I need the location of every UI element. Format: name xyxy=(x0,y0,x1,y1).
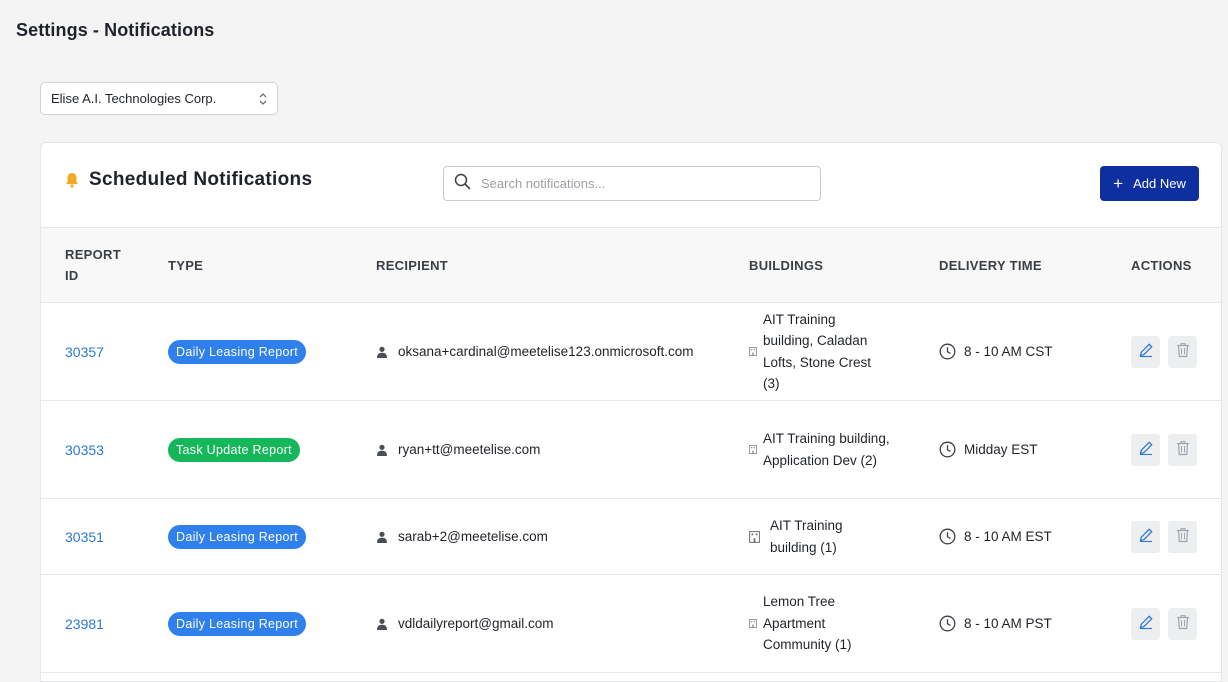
report-id-link[interactable]: 30351 xyxy=(65,529,104,545)
person-icon xyxy=(376,346,388,358)
table-row: 30353 Task Update Report ryan+tt@meeteli… xyxy=(41,401,1221,499)
type-badge: Daily Leasing Report xyxy=(168,339,307,364)
panel-header: Scheduled Notifications + Add New xyxy=(41,143,1221,227)
header-report-id-line1: REPORT xyxy=(65,247,121,262)
building-icon xyxy=(749,619,757,628)
header-actions: ACTIONS xyxy=(1131,257,1192,273)
table-row: 30357 Daily Leasing Report oksana+cardin… xyxy=(41,303,1221,401)
notifications-panel: Scheduled Notifications + Add New REPORT… xyxy=(40,142,1222,682)
trash-icon xyxy=(1176,614,1190,633)
company-select-value: Elise A.I. Technologies Corp. xyxy=(51,91,217,106)
header-report-id-line2: ID xyxy=(65,268,79,283)
edit-button[interactable] xyxy=(1131,433,1160,466)
buildings-text: AIT Training building, Application Dev (… xyxy=(763,431,890,468)
search-input[interactable] xyxy=(479,175,783,192)
table-row: 23981 Daily Leasing Report vdldailyrepor… xyxy=(41,575,1221,673)
edit-button[interactable] xyxy=(1131,520,1160,553)
pencil-icon xyxy=(1138,527,1154,546)
bell-icon xyxy=(65,172,79,188)
trash-icon xyxy=(1176,342,1190,361)
building-icon xyxy=(749,445,757,454)
person-icon xyxy=(376,618,388,630)
search-box[interactable] xyxy=(443,166,821,201)
recipient-email: oksana+cardinal@meetelise123.onmicrosoft… xyxy=(398,344,694,359)
building-icon xyxy=(749,530,760,543)
header-delivery-time: DELIVERY TIME xyxy=(939,257,1042,273)
report-id-link[interactable]: 30357 xyxy=(65,344,104,360)
buildings-text: AIT Training building, Caladan Lofts, St… xyxy=(763,311,872,392)
person-icon xyxy=(376,444,388,456)
pencil-icon xyxy=(1138,614,1154,633)
panel-title: Scheduled Notifications xyxy=(65,169,312,191)
header-type: TYPE xyxy=(168,257,204,273)
buildings-text: AIT Training building (1) xyxy=(770,518,843,555)
delivery-time: 8 - 10 AM EST xyxy=(964,529,1052,544)
delete-button[interactable] xyxy=(1168,433,1197,466)
header-buildings: BUILDINGS xyxy=(749,257,824,273)
panel-title-text: Scheduled Notifications xyxy=(89,169,313,190)
header-report-id: REPORT ID xyxy=(41,228,168,303)
report-id-link[interactable]: 23981 xyxy=(65,616,104,632)
page-title: Settings - Notifications xyxy=(16,20,215,40)
buildings-text: Lemon Tree Apartment Community (1) xyxy=(763,594,852,653)
table-row: 30351 Daily Leasing Report sarab+2@meete… xyxy=(41,499,1221,575)
table-header-row: REPORT ID TYPE RECIPIENT BUILDINGS DELIVE… xyxy=(41,227,1221,303)
header-recipient: RECIPIENT xyxy=(376,257,449,273)
type-badge: Task Update Report xyxy=(168,437,300,462)
clock-icon xyxy=(939,615,956,632)
clock-icon xyxy=(939,441,956,458)
chevron-up-down-icon xyxy=(258,92,268,109)
trash-icon xyxy=(1176,440,1190,459)
add-new-button[interactable]: + Add New xyxy=(1100,166,1199,201)
type-badge: Daily Leasing Report xyxy=(168,524,307,549)
clock-icon xyxy=(939,528,956,545)
trash-icon xyxy=(1176,527,1190,546)
pencil-icon xyxy=(1138,342,1154,361)
recipient-email: vdldailyreport@gmail.com xyxy=(398,616,554,631)
company-select[interactable]: Elise A.I. Technologies Corp. xyxy=(40,82,278,115)
delivery-time: Midday EST xyxy=(964,442,1038,457)
recipient-email: ryan+tt@meetelise.com xyxy=(398,442,541,457)
clock-icon xyxy=(939,343,956,360)
pencil-icon xyxy=(1138,440,1154,459)
search-icon xyxy=(454,173,471,195)
delivery-time: 8 - 10 AM PST xyxy=(964,616,1052,631)
add-new-label: Add New xyxy=(1133,176,1186,191)
plus-icon: + xyxy=(1113,174,1124,193)
delete-button[interactable] xyxy=(1168,607,1197,640)
edit-button[interactable] xyxy=(1131,607,1160,640)
delivery-time: 8 - 10 AM CST xyxy=(964,344,1053,359)
delete-button[interactable] xyxy=(1168,335,1197,368)
edit-button[interactable] xyxy=(1131,335,1160,368)
person-icon xyxy=(376,531,388,543)
building-icon xyxy=(749,347,757,356)
type-badge: Daily Leasing Report xyxy=(168,611,307,636)
recipient-email: sarab+2@meetelise.com xyxy=(398,529,548,544)
report-id-link[interactable]: 30353 xyxy=(65,442,104,458)
delete-button[interactable] xyxy=(1168,520,1197,553)
notifications-table: REPORT ID TYPE RECIPIENT BUILDINGS DELIVE… xyxy=(41,227,1221,673)
